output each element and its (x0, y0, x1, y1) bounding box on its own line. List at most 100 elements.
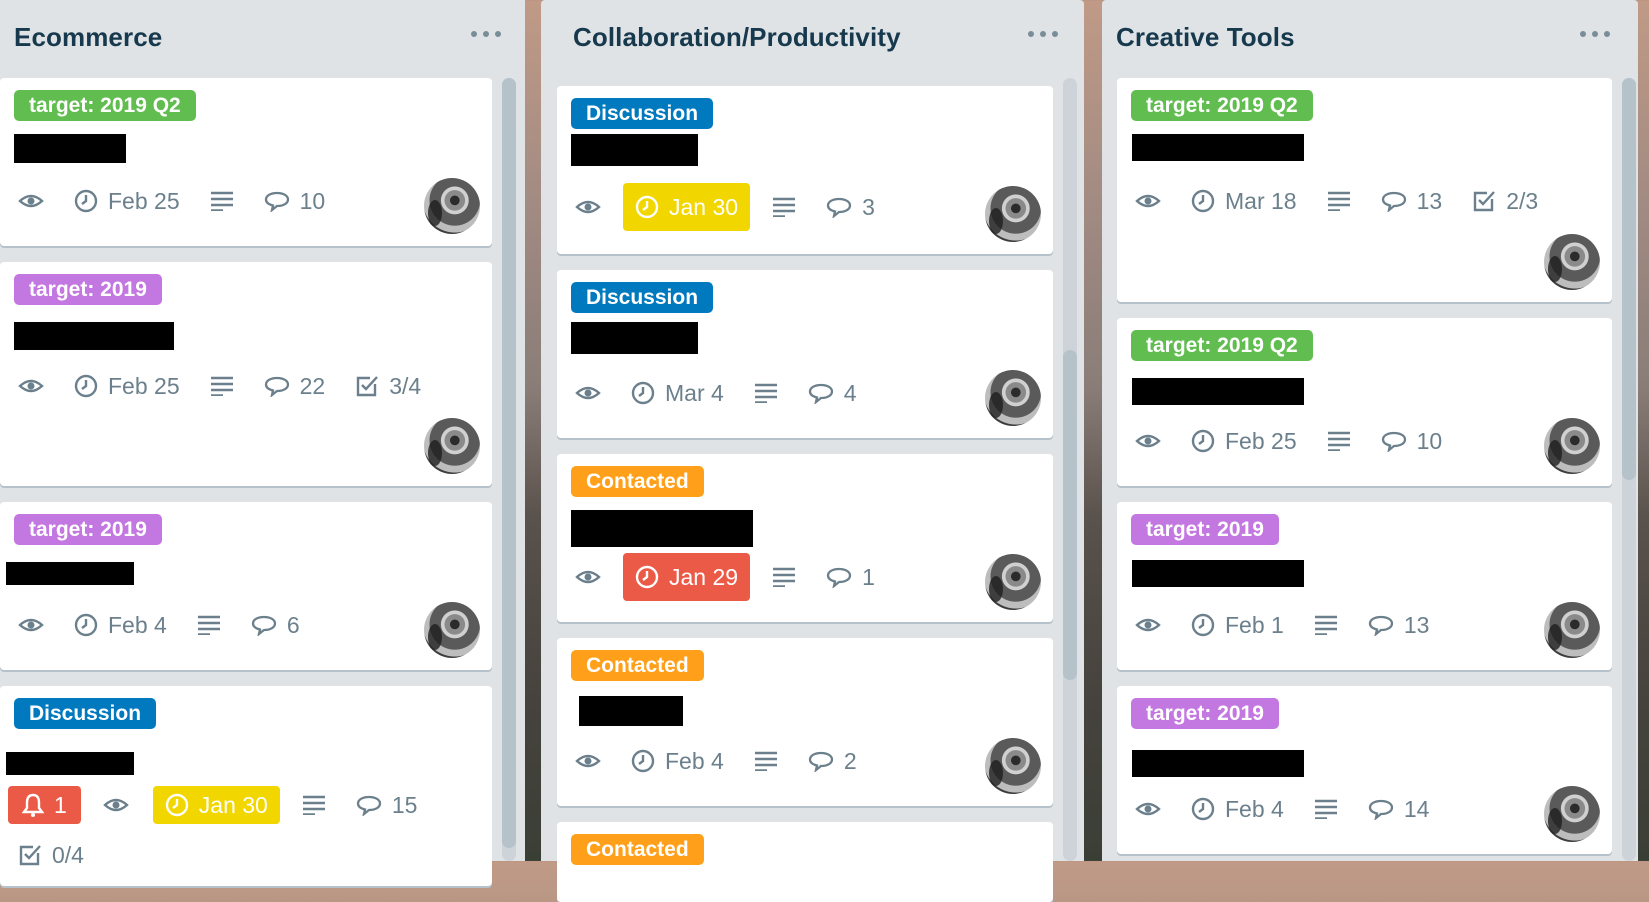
card-title-redacted (14, 322, 174, 350)
card[interactable]: Contacted Jan 29 1 (557, 454, 1053, 622)
due-date-badge[interactable]: Feb 4 (74, 606, 167, 644)
card[interactable]: target: 2019 Feb 4 6 (0, 502, 492, 670)
card-label[interactable]: target: 2019 Q2 (1131, 90, 1313, 121)
member-avatar[interactable] (424, 178, 480, 234)
description-icon (773, 197, 796, 217)
description-icon (754, 751, 777, 771)
list-menu-button[interactable] (471, 24, 501, 44)
card[interactable]: target: 2019 Feb 25 22 3/4 (0, 262, 492, 486)
comments-badge: 14 (1368, 790, 1429, 828)
card[interactable]: target: 2019 Feb 4 14 (1117, 686, 1612, 854)
due-date: Feb 4 (1225, 795, 1284, 822)
member-avatar[interactable] (1544, 234, 1600, 290)
member-avatar[interactable] (985, 370, 1041, 426)
card[interactable]: Contacted (557, 822, 1053, 902)
card-label[interactable]: target: 2019 (14, 514, 162, 545)
list-title[interactable]: Collaboration/Productivity (573, 22, 901, 53)
card-label[interactable]: Contacted (571, 466, 704, 497)
card-label[interactable]: target: 2019 (1131, 514, 1279, 545)
list-collaboration-productivity: Collaboration/Productivity Discussion Ja… (541, 0, 1084, 902)
card-label[interactable]: Contacted (571, 650, 704, 681)
description-badge (1327, 422, 1351, 460)
member-avatar[interactable] (985, 186, 1041, 242)
comment-count: 15 (391, 791, 418, 818)
card-title-redacted (571, 134, 698, 166)
card[interactable]: target: 2019 Q2 Feb 25 10 (0, 78, 492, 246)
card-badges: Mar 18 13 2/3 (1135, 182, 1568, 220)
due-date-badge[interactable]: Feb 4 (1191, 790, 1284, 828)
list-scrollbar[interactable] (1622, 78, 1636, 861)
member-avatar[interactable] (1544, 602, 1600, 658)
due-date-badge[interactable]: Mar 4 (631, 374, 724, 412)
card-title-redacted (6, 562, 134, 585)
checklist-icon (19, 845, 41, 866)
comment-icon (1381, 191, 1406, 212)
list-creative-tools: Creative Tools target: 2019 Q2 Mar 18 13… (1102, 0, 1638, 861)
comment-icon (1381, 431, 1406, 452)
checklist-icon (357, 376, 379, 397)
checklist-count: 0/4 (52, 841, 84, 868)
card-badges: Jan 29 1 (575, 553, 905, 601)
notification-badge[interactable]: 1 (8, 786, 81, 824)
card-label[interactable]: Discussion (571, 282, 714, 313)
scrollbar-thumb[interactable] (1063, 350, 1077, 680)
description-badge (210, 182, 234, 220)
description-badge (754, 374, 778, 412)
list-scrollbar[interactable] (1063, 78, 1077, 861)
watch-badge (575, 188, 601, 226)
clock-icon (1191, 797, 1215, 821)
list-menu-button[interactable] (1580, 24, 1610, 44)
description-icon (773, 567, 796, 587)
list-title[interactable]: Creative Tools (1116, 22, 1295, 53)
checklist-count: 3/4 (389, 372, 422, 399)
due-date-badge[interactable]: Feb 25 (1191, 422, 1297, 460)
due-date-badge[interactable]: Mar 18 (1191, 182, 1297, 220)
card-label[interactable]: Discussion (571, 98, 714, 129)
card-label[interactable]: Discussion (14, 698, 157, 729)
card-label[interactable]: target: 2019 Q2 (14, 90, 196, 121)
card-label[interactable]: target: 2019 (14, 274, 162, 305)
watch-badge (1135, 606, 1161, 644)
comment-count: 13 (1403, 611, 1430, 638)
card[interactable]: Discussion Jan 30 3 (557, 86, 1053, 254)
member-avatar[interactable] (1544, 786, 1600, 842)
card-title-redacted (1132, 560, 1304, 587)
eye-icon (103, 798, 129, 812)
card-badges: Feb 25 10 (1135, 422, 1472, 460)
card[interactable]: Discussion Mar 4 4 (557, 270, 1053, 438)
due-date-badge[interactable]: Feb 4 (631, 742, 724, 780)
card-label[interactable]: target: 2019 (1131, 698, 1279, 729)
card[interactable]: target: 2019 Q2 Mar 18 13 2/3 (1117, 78, 1612, 302)
checklist-badge: 2/3 (1472, 182, 1538, 220)
due-date-badge[interactable]: Feb 25 (74, 182, 180, 220)
member-avatar[interactable] (985, 554, 1041, 610)
member-avatar[interactable] (985, 738, 1041, 794)
list-title[interactable]: Ecommerce (14, 22, 162, 53)
card-badges: Feb 4 6 (18, 606, 330, 644)
due-date-badge[interactable]: Jan 30 (623, 183, 751, 231)
card[interactable]: target: 2019 Q2 Feb 25 10 (1117, 318, 1612, 486)
comment-icon (826, 197, 852, 218)
card[interactable]: target: 2019 Feb 1 13 (1117, 502, 1612, 670)
card[interactable]: Contacted Feb 4 2 (557, 638, 1053, 806)
due-date-badge[interactable]: Feb 25 (74, 367, 180, 405)
due-date-badge[interactable]: Jan 30 (152, 786, 280, 824)
card-label[interactable]: Contacted (571, 834, 704, 865)
member-avatar[interactable] (424, 418, 480, 474)
list-header: Collaboration/Productivity (541, 18, 1084, 62)
description-badge (210, 367, 234, 405)
card[interactable]: Discussion 1 Jan 30 15 0/4 (0, 686, 492, 886)
due-date-badge[interactable]: Feb 1 (1191, 606, 1284, 644)
member-avatar[interactable] (1544, 418, 1600, 474)
card-label[interactable]: target: 2019 Q2 (1131, 330, 1313, 361)
more-icon (471, 31, 477, 37)
due-date-badge[interactable]: Jan 29 (623, 553, 751, 601)
scrollbar-thumb[interactable] (502, 78, 516, 848)
description-icon (754, 383, 777, 403)
comment-icon (1368, 615, 1393, 636)
member-avatar[interactable] (424, 602, 480, 658)
card-title-redacted (579, 696, 683, 726)
list-menu-button[interactable] (1028, 24, 1058, 44)
list-scrollbar[interactable] (502, 78, 516, 861)
scrollbar-thumb[interactable] (1622, 78, 1636, 480)
